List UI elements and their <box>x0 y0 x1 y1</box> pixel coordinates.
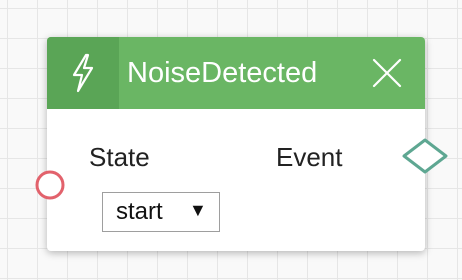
dropdown-arrow-icon: ▼ <box>189 200 207 220</box>
event-label: Event <box>276 142 343 172</box>
close-icon[interactable] <box>369 55 405 91</box>
state-select[interactable]: start ▼ <box>102 192 220 232</box>
node-header[interactable]: NoiseDetected <box>47 37 425 109</box>
node-icon-box <box>47 37 119 109</box>
event-node[interactable]: NoiseDetected State Event start ▼ <box>47 37 425 251</box>
state-label: State <box>89 142 150 172</box>
state-select-value: start <box>116 198 163 225</box>
close-button[interactable] <box>369 55 405 91</box>
output-port[interactable] <box>400 137 450 175</box>
node-title: NoiseDetected <box>127 57 318 89</box>
input-port[interactable] <box>33 168 67 202</box>
lightning-bolt-icon <box>72 53 94 93</box>
